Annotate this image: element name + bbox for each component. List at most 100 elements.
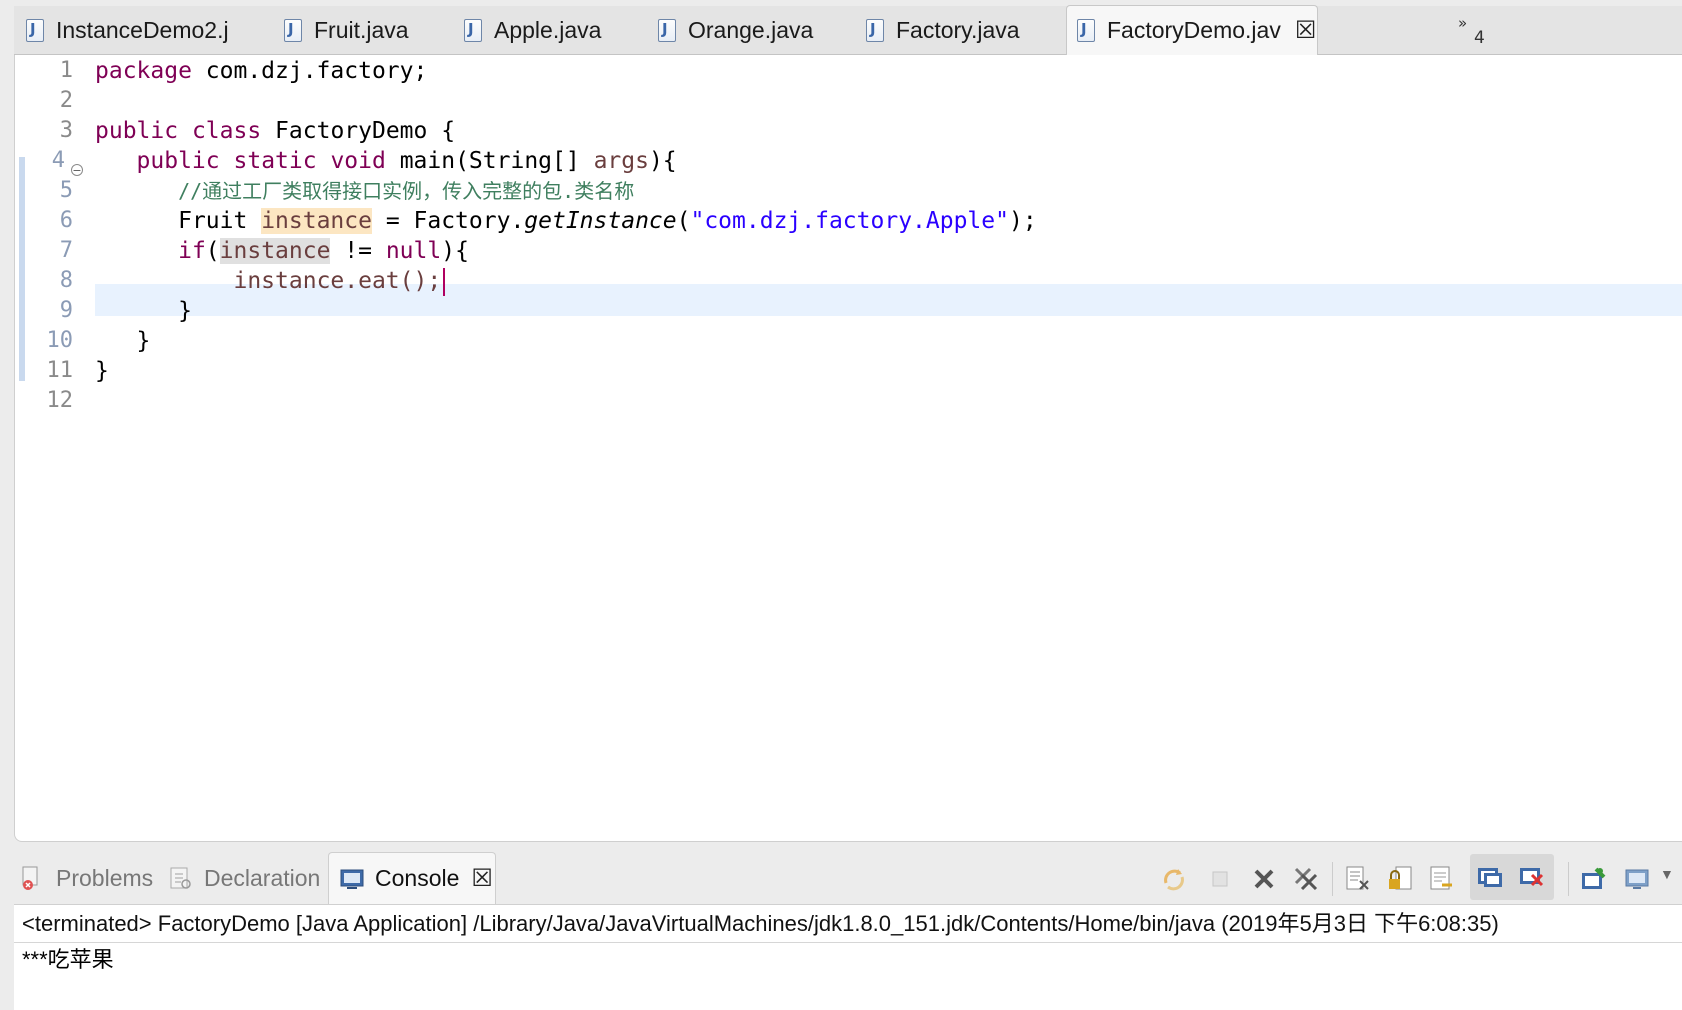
pin-console-icon[interactable] [1580,865,1608,893]
console-icon [340,869,364,889]
remove-all-terminated-icon[interactable] [1292,865,1320,893]
java-file-icon [658,18,676,42]
tab-label: InstanceDemo2.j [56,16,229,43]
code-text: ( [205,238,220,264]
word-wrap-icon[interactable] [1428,865,1456,893]
code-line-8: instance.eat(); [95,265,446,297]
string-literal: "com.dzj.factory.Apple" [690,208,1009,234]
code-text: FactoryDemo { [261,118,456,144]
java-file-icon [1077,19,1095,42]
scroll-lock-icon[interactable] [1386,865,1414,893]
chevron-double-right-icon: » [1458,14,1468,32]
line-number: 3 [59,118,73,143]
declaration-icon [170,867,191,889]
code-line-4: public static void main(String[] args){ [95,145,677,177]
line-number: 8 [59,268,73,293]
type-name: Fruit [178,208,262,234]
text-caret [443,267,446,296]
keyword: void [330,148,386,174]
tab-label: Factory.java [896,16,1020,43]
tab-fruit[interactable]: Fruit.java [284,6,409,54]
line-number: 6 [59,208,73,233]
code-line-6: Fruit instance = Factory.getInstance("co… [95,205,1037,237]
tab-label: FactoryDemo.jav [1107,17,1281,43]
code-text: != [330,238,386,264]
close-icon[interactable]: ☒ [1295,16,1317,45]
code-line-5: //通过工厂类取得接口实例，传入完整的包.类名称 [95,175,634,207]
tab-factory[interactable]: Factory.java [866,6,1020,54]
line-number-gutter: 1 2 3 4 5 6 7 8 9 10 11 12 − [15,55,83,841]
problems-icon [22,866,38,890]
close-icon[interactable]: ☒ [471,864,493,893]
show-on-stdout-icon[interactable] [1476,865,1504,893]
keyword: static [233,148,317,174]
show-on-stderr-icon[interactable] [1518,865,1546,893]
tab-overflow-button[interactable]: » 4 [1458,14,1485,48]
toolbar-separator [1568,862,1569,896]
tab-declaration[interactable]: Declaration [168,852,320,904]
editor-tab-bar: InstanceDemo2.j Fruit.java Apple.java Or… [14,5,1682,55]
tab-label: Console [375,865,460,891]
line-number: 2 [59,88,73,113]
code-text: com.dzj.factory; [191,58,428,84]
keyword: null [385,238,442,264]
toolbar-separator [1332,862,1333,896]
remove-launch-icon[interactable] [1250,865,1278,893]
console-view: Problems Declaration Console ☒ ▼ <termin… [14,852,1682,1010]
code-text: } [136,328,151,354]
code-text: ){ [648,148,677,174]
console-status-line: <terminated> FactoryDemo [Java Applicati… [22,911,1499,936]
line-number: 4 [51,148,65,173]
code-line-11: } [95,355,109,387]
java-file-icon [866,18,884,42]
tab-instancedemo2[interactable]: InstanceDemo2.j [26,6,229,54]
line-number: 1 [59,58,73,83]
console-output[interactable]: ***吃苹果 [22,944,114,976]
tab-orange[interactable]: Orange.java [658,6,813,54]
code-line-1: package com.dzj.factory; [95,55,427,87]
overflow-count: 4 [1474,28,1485,48]
keyword: public [95,118,179,144]
fold-collapse-icon[interactable]: − [71,164,83,176]
line-number: 5 [59,178,73,203]
keyword: package [95,58,192,84]
code-line-10: } [95,325,151,357]
tab-factorydemo[interactable]: FactoryDemo.jav ☒ [1066,5,1318,55]
divider [14,942,1682,943]
keyword: public [136,148,220,174]
bottom-tab-bar: Problems Declaration Console ☒ ▼ [14,852,1682,905]
code-line-7: if(instance != null){ [95,235,469,267]
tab-problems[interactable]: Problems [20,852,153,904]
chevron-down-icon[interactable]: ▼ [1660,866,1674,882]
line-number: 11 [46,358,74,383]
code-text: ( [676,208,691,234]
clear-console-icon[interactable] [1344,865,1372,893]
code-text: ){ [441,238,469,264]
tab-label: Orange.java [688,16,814,43]
code-text: } [95,358,109,384]
terminate-icon[interactable] [1206,865,1234,893]
comment: //通过工厂类取得接口实例，传入完整的包.类名称 [178,179,635,203]
tab-apple[interactable]: Apple.java [464,6,601,54]
line-number: 9 [59,298,73,323]
tab-label: Problems [56,864,154,891]
code-text: = Factory. [371,208,525,234]
code-editor[interactable]: 1 2 3 4 5 6 7 8 9 10 11 12 − package com… [14,55,1682,842]
parameter: args [593,148,649,174]
code-text: } [178,298,192,324]
display-console-icon[interactable] [1624,865,1652,893]
variable-occurrence: instance [261,208,372,234]
variable-occurrence: instance [219,238,331,264]
relaunch-icon[interactable] [1160,865,1188,893]
tab-console[interactable]: Console ☒ [328,852,496,904]
code-text: ); [1008,208,1037,234]
tab-label: Fruit.java [314,16,409,43]
tab-label: Apple.java [494,16,602,43]
